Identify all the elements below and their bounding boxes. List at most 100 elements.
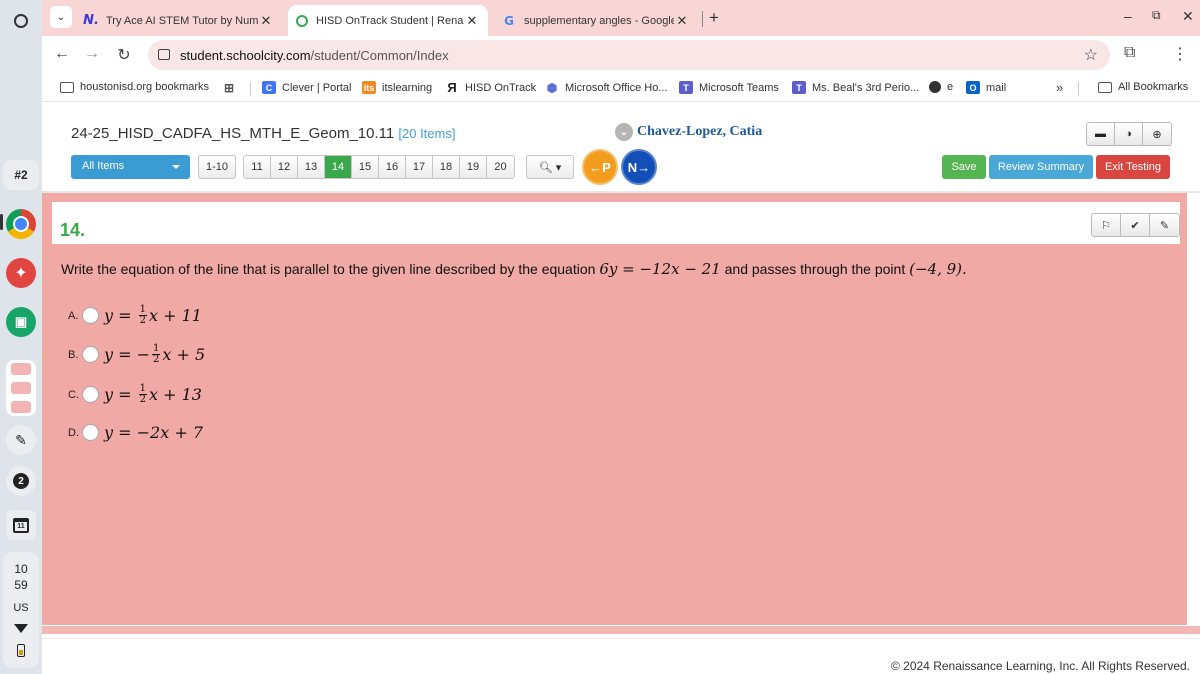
page-button[interactable]: 19 (460, 156, 487, 178)
bookmark-apps[interactable]: ⊞ (222, 81, 242, 95)
palette-app-icon[interactable]: ✦ (6, 258, 36, 288)
contrast-icon[interactable]: ◑ (1115, 123, 1143, 145)
range-button[interactable]: 1-10 (198, 155, 236, 179)
items-filter-select[interactable]: All Items (71, 155, 190, 179)
arrow-right-icon: → (637, 159, 651, 175)
page-button[interactable]: 18 (433, 156, 460, 178)
find-dropdown-button[interactable]: 🔍︎ ▾ (526, 155, 574, 179)
classroom-app-icon[interactable]: ▣ (6, 307, 36, 337)
clock-hour: 10 (14, 562, 28, 576)
bookmark-clever[interactable]: C Clever | Portal (262, 81, 352, 94)
bookmark-teams[interactable]: T Microsoft Teams (679, 81, 779, 94)
fraction-denominator: 2 (153, 354, 160, 365)
briefcase-icon[interactable]: ▬ (1087, 123, 1115, 145)
tab-numerade[interactable]: N. Try Ace AI STEM Tutor by Num ✕ (76, 5, 282, 36)
close-window-button[interactable]: ✕ (1182, 8, 1194, 25)
tab-ontrack[interactable]: HISD OnTrack Student | Renais ✕ (288, 5, 488, 36)
answer-radio[interactable] (82, 346, 99, 363)
answer-choice-a[interactable]: A. y = 12x + 11 (68, 305, 202, 326)
restore-button[interactable]: ⧉ (1152, 8, 1161, 23)
answer-radio[interactable] (82, 307, 99, 324)
question-prompt: Write the equation of the line that is p… (61, 260, 967, 278)
close-icon[interactable]: ✕ (674, 13, 690, 29)
copyright-text: © 2024 Renaissance Learning, Inc. All Ri… (890, 659, 1190, 673)
tab-title: HISD OnTrack Student | Renais (316, 14, 464, 27)
next-question-button[interactable]: N → (621, 149, 657, 185)
page-button[interactable]: 17 (406, 156, 433, 178)
bookmark-star-icon[interactable]: ☆ (1084, 45, 1098, 65)
save-button[interactable]: Save (942, 155, 986, 179)
new-tab-button[interactable]: + (709, 8, 719, 28)
url-path: /student/Common/Index (310, 48, 449, 63)
answer-choice-c[interactable]: C. y = 12x + 13 (68, 384, 202, 405)
bookmark-label: e (947, 81, 954, 93)
bookmark-all-bookmarks[interactable]: All Bookmarks (1098, 81, 1188, 93)
review-summary-button[interactable]: Review Summary (989, 155, 1093, 179)
tab-google[interactable]: G supplementary angles - Google ✕ (494, 5, 698, 36)
student-menu[interactable]: ⌄ Chavez-Lopez, Catia (615, 123, 762, 141)
close-icon[interactable]: ✕ (258, 13, 274, 29)
bookmark-mail[interactable]: O mail (966, 81, 1006, 94)
calendar-button[interactable]: 11 (6, 510, 36, 540)
page-button[interactable]: 16 (379, 156, 406, 178)
bookmark-e[interactable]: e (929, 81, 953, 93)
page-button[interactable]: 15 (352, 156, 379, 178)
back-button[interactable]: ← (52, 45, 72, 63)
notification-button[interactable]: 2 (6, 466, 36, 496)
page-button-current[interactable]: 14 (325, 156, 352, 178)
status-tray[interactable]: 10 59 US (3, 552, 39, 668)
desk-indicator[interactable]: #2 (3, 160, 39, 190)
page-button[interactable]: 13 (298, 156, 325, 178)
notes-edit-icon[interactable]: ✎ (1150, 214, 1179, 236)
answer-lhs: y = (104, 345, 132, 364)
bookmark-label: Microsoft Teams (699, 81, 779, 94)
teams-icon: T (679, 81, 693, 94)
reload-button[interactable]: ↻ (114, 45, 134, 65)
flag-icon[interactable]: ⚐ (1092, 214, 1121, 236)
site-info-icon[interactable] (158, 49, 170, 60)
answer-choice-b[interactable]: B. y = −1 2 x + 5 (68, 344, 205, 365)
footer-divider (42, 638, 1200, 639)
minimize-button[interactable]: – (1124, 8, 1132, 24)
eliminator-check-icon[interactable]: ✔ (1121, 214, 1150, 236)
chrome-app-icon[interactable] (6, 209, 36, 239)
bookmark-ms-beal[interactable]: T Ms. Beal's 3rd Perio... (792, 81, 919, 94)
bookmark-ontrack[interactable]: Я HISD OnTrack (445, 80, 537, 95)
answer-radio[interactable] (82, 424, 99, 441)
bookmark-label: Microsoft Office Ho... (565, 81, 668, 94)
answer-fraction: 12 (138, 305, 147, 326)
answer-lhs: y = (104, 423, 132, 442)
battery-icon (17, 644, 25, 657)
address-bar[interactable]: student.schoolcity.com/student/Common/In… (148, 40, 1110, 70)
url-text[interactable]: student.schoolcity.com/student/Common/In… (180, 48, 449, 63)
bookmark-label: HISD OnTrack (465, 81, 537, 94)
answer-radio[interactable] (82, 386, 99, 403)
previous-question-button[interactable]: ← P (582, 149, 618, 185)
chevron-down-icon: ⌄ (615, 123, 633, 141)
bookmark-houstonisd[interactable]: houstonisd.org bookmarks (60, 81, 209, 93)
zoom-icon[interactable]: ⊕ (1143, 123, 1171, 145)
sticker-app-icon[interactable] (6, 360, 36, 416)
page-button[interactable]: 12 (271, 156, 298, 178)
assessment-page: 24-25_HISD_CADFA_HS_MTH_E_Geom_10.11 [20… (42, 103, 1200, 674)
launcher-button[interactable] (6, 6, 36, 36)
tab-search-button[interactable]: ⌄ (50, 6, 72, 28)
items-filter-label: All Items (82, 160, 125, 172)
pen-icon[interactable]: ✎ (6, 425, 36, 455)
url-host: student.schoolcity.com (180, 48, 311, 63)
exit-testing-button[interactable]: Exit Testing (1096, 155, 1170, 179)
menu-kebab-icon[interactable]: ⋮ (1172, 44, 1188, 64)
close-icon[interactable]: ✕ (464, 13, 480, 29)
extensions-icon[interactable]: ⧉ (1124, 44, 1135, 62)
bookmark-itslearning[interactable]: its itslearning (362, 81, 432, 94)
answer-lhs: y = (104, 306, 132, 325)
answer-expression: y = 12x + 13 (104, 384, 202, 405)
answer-choice-d[interactable]: D. y = −2x + 7 (68, 423, 203, 442)
forward-button[interactable]: → (82, 45, 102, 63)
page-button[interactable]: 11 (244, 156, 271, 178)
more-bookmarks-chevron-icon[interactable]: » (1056, 80, 1063, 95)
bookmark-label: houstonisd.org bookmarks (80, 81, 210, 93)
page-button[interactable]: 20 (487, 156, 514, 178)
bookmark-office[interactable]: ⬢ Microsoft Office Ho... (545, 81, 668, 95)
answer-expression: y = −1 2 x + 5 (104, 344, 205, 365)
